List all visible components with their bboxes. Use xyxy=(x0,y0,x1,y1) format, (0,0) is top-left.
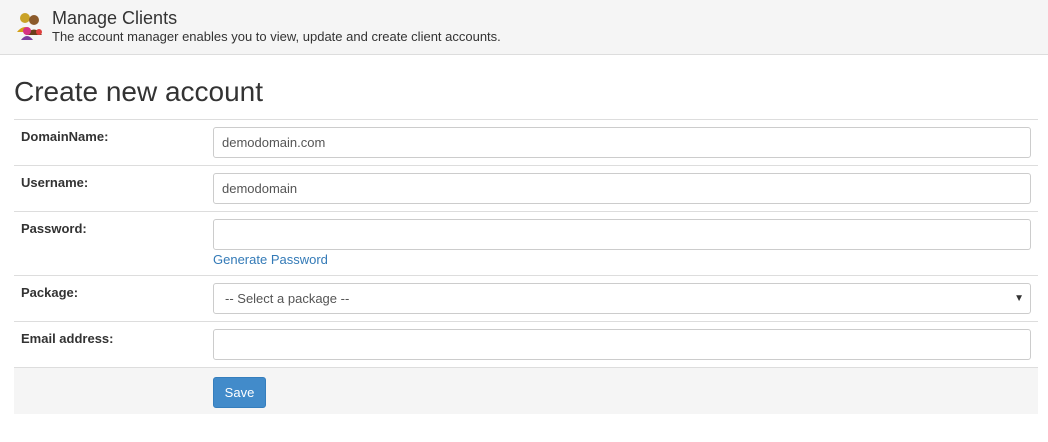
password-row: Password: Generate Password xyxy=(14,212,1038,276)
app-header: Manage Clients The account manager enabl… xyxy=(0,0,1048,55)
domain-input[interactable]: demodomain.com xyxy=(213,127,1031,158)
username-input[interactable]: demodomain xyxy=(213,173,1031,204)
password-input[interactable] xyxy=(213,219,1031,250)
email-row: Email address: xyxy=(14,322,1038,368)
domain-row: DomainName: demodomain.com xyxy=(14,120,1038,166)
username-row: Username: demodomain xyxy=(14,166,1038,212)
domain-input-value: demodomain.com xyxy=(222,135,326,150)
email-label: Email address: xyxy=(21,331,114,346)
email-input[interactable] xyxy=(213,329,1031,360)
save-button[interactable]: Save xyxy=(213,377,266,408)
header-title: Manage Clients xyxy=(52,8,178,28)
package-select-value: -- Select a package -- xyxy=(225,291,350,306)
package-select[interactable]: -- Select a package -- ▼ xyxy=(213,283,1031,314)
domain-label: DomainName: xyxy=(21,129,109,144)
package-row: Package: -- Select a package -- ▼ xyxy=(14,276,1038,322)
header-subtitle: The account manager enables you to view,… xyxy=(52,29,501,44)
chevron-down-icon: ▼ xyxy=(1014,293,1024,304)
password-label: Password: xyxy=(21,221,87,236)
users-icon xyxy=(15,10,45,40)
create-account-form: DomainName: demodomain.com Username: dem… xyxy=(14,119,1038,414)
username-label: Username: xyxy=(21,175,89,190)
username-input-value: demodomain xyxy=(222,181,298,196)
generate-password-link[interactable]: Generate Password xyxy=(213,252,328,267)
page-title: Create new account xyxy=(14,76,264,107)
package-label: Package: xyxy=(21,285,79,300)
actions-row: Save xyxy=(14,368,1038,414)
